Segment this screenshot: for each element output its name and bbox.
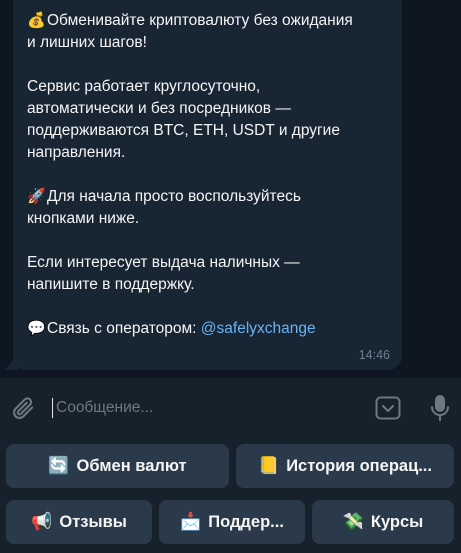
message-line: и лишних шагов! [27,34,147,51]
message-gap [27,54,388,76]
rates-button-label: Курсы [370,512,424,531]
history-button[interactable]: 📒 История операц... [236,444,454,488]
message-line: кнопками ниже. [27,210,140,227]
paperclip-icon[interactable] [10,395,36,421]
message-line: поддерживаются BTC, ETH, USDT и другие [27,122,340,139]
support-button-label: Поддер... [208,512,284,531]
message-line: 💰Обменивайте криптовалюту без ожидания [27,10,388,32]
message-gap [27,296,388,318]
message-input[interactable] [56,393,356,423]
message-gap [27,230,388,252]
message-line: Если интересует выдача наличных — [27,254,300,271]
support-button[interactable]: 📩 Поддер... [159,500,305,544]
arrows-cycle-icon: 🔄 [48,456,70,475]
contact-line: 💬Связь с оператором: @safelyxchange [27,318,388,340]
ledger-icon: 📒 [258,456,280,475]
keyboard-icon[interactable] [374,394,402,422]
message-line: направления. [27,144,126,161]
microphone-icon[interactable] [428,393,452,423]
message-timestamp: 14:46 [358,348,390,362]
rates-button[interactable]: 💸 Курсы [312,500,454,544]
message-bubble: 💰Обменивайте криптовалюту без ожидания и… [13,0,402,370]
rocket-icon: 🚀 [27,188,46,205]
megaphone-icon: 📢 [31,512,53,531]
exchange-button[interactable]: 🔄 Обмен валют [6,444,229,488]
speech-bubble-icon: 💬 [27,320,46,337]
exchange-button-label: Обмен валют [76,456,187,475]
message-composer [0,378,461,438]
history-button-label: История операц... [286,456,432,475]
message-line: автоматически и без посредников — [27,100,291,117]
reviews-button[interactable]: 📢 Отзывы [6,500,152,544]
message-line: Сервис работает круглосуточно, [27,78,261,95]
reviews-button-label: Отзывы [59,512,127,531]
message-line: напишите в поддержку. [27,276,195,293]
money-bag-icon: 💰 [27,12,46,29]
reply-keyboard: 🔄 Обмен валют 📒 История операц... 📢 Отзы… [0,438,461,553]
text-caret [52,398,53,418]
message-gap [27,164,388,186]
envelope-icon: 📩 [180,512,202,531]
chat-area: 💰Обменивайте криптовалюту без ожидания и… [0,0,461,378]
flying-money-icon: 💸 [342,512,364,531]
message-line: 🚀Для начала просто воспользуйтесь [27,186,388,208]
operator-username-link[interactable]: @safelyxchange [201,320,316,337]
message-text: 💰Обменивайте криптовалюту без ожидания и… [27,10,388,340]
